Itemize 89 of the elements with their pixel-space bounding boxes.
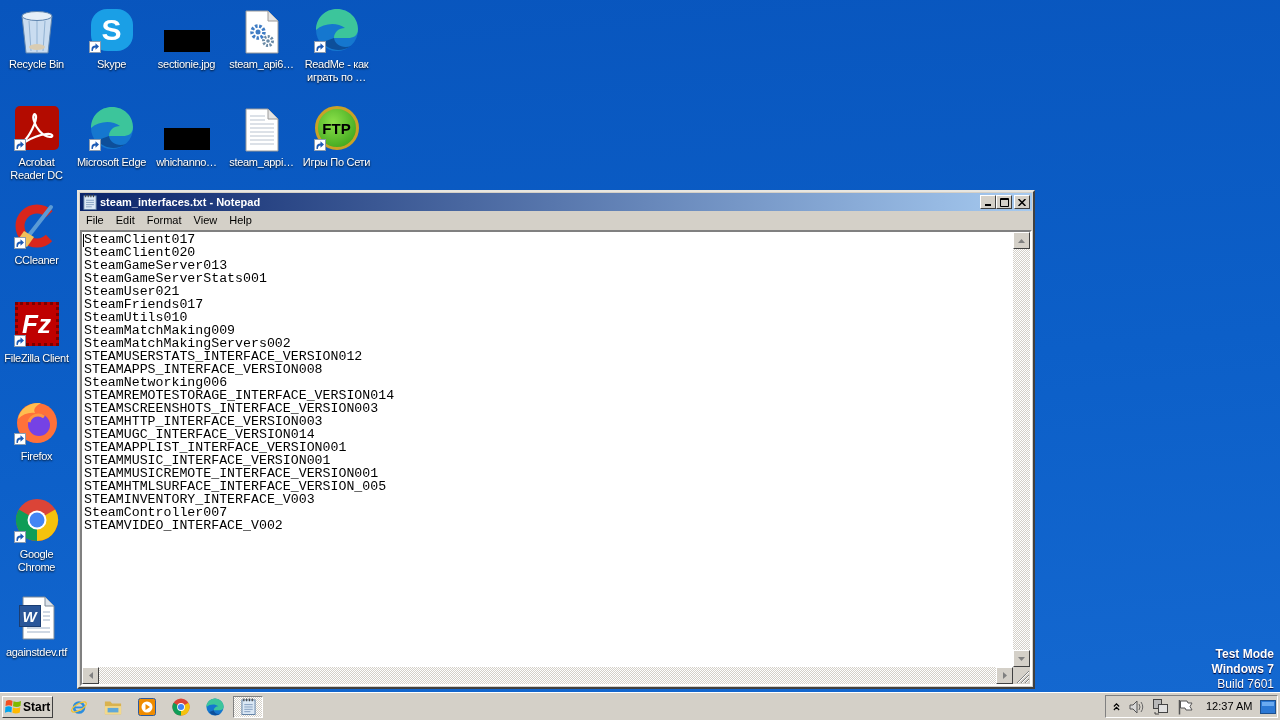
text-line: STEAMREMOTESTORAGE_INTERFACE_VERSION014: [84, 389, 395, 402]
maximize-icon: [999, 197, 1009, 207]
text-line: SteamClient017: [84, 233, 196, 246]
caret-right-icon: [1002, 672, 1007, 679]
desktop-icon-label[interactable]: Firefox: [20, 450, 53, 463]
caret-down-icon: [1018, 656, 1025, 661]
build-number-text: Build 7601: [1217, 677, 1274, 692]
notepad-icon: [240, 698, 256, 715]
desktop-icon-label[interactable]: Игры По Сети: [302, 156, 371, 169]
image-thumbnail[interactable]: [163, 128, 210, 150]
desktop-icon-label[interactable]: FileZilla Client: [4, 352, 69, 365]
text-line: SteamFriends017: [84, 298, 204, 311]
settings-file-icon[interactable]: [244, 10, 279, 54]
maximize-button[interactable]: [996, 195, 1012, 209]
desktop-icon-label[interactable]: steam_api6…: [229, 58, 294, 71]
windows-logo-icon: [5, 698, 21, 715]
desktop-icon-label[interactable]: Recycle Bin: [9, 58, 64, 71]
edge-icon[interactable]: [206, 697, 224, 716]
text-line: STEAMHTMLSURFACE_INTERFACE_VERSION_005: [84, 480, 387, 493]
minimize-icon: [985, 204, 991, 206]
text-line: STEAMAPPLIST_INTERFACE_VERSION001: [84, 441, 347, 454]
edge-icon[interactable]: [314, 8, 359, 52]
menu-item[interactable]: Help: [223, 212, 258, 229]
chrome-icon[interactable]: [14, 498, 59, 542]
ftp-logo[interactable]: FTP: [314, 106, 359, 150]
text-line: STEAMUSERSTATS_INTERFACE_VERSION012: [84, 350, 363, 363]
desktop-icon-label[interactable]: Skype: [96, 58, 127, 71]
desktop-icon-label[interactable]: Microsoft Edge: [76, 156, 147, 169]
text-line: STEAMAPPS_INTERFACE_VERSION008: [84, 363, 323, 376]
show-desktop-icon[interactable]: [1260, 699, 1276, 714]
window-title: steam_interfaces.txt - Notepad: [100, 195, 261, 209]
text-line: SteamNetworking006: [84, 376, 228, 389]
text-line: SteamUser021: [84, 285, 180, 298]
text-line: STEAMUGC_INTERFACE_VERSION014: [84, 428, 315, 441]
image-thumbnail[interactable]: [163, 30, 210, 52]
menu-item[interactable]: File: [80, 212, 110, 229]
caret-left-icon: [88, 672, 93, 679]
text-line: SteamMatchMakingServers002: [84, 337, 291, 350]
start-button[interactable]: Start: [2, 695, 53, 718]
filezilla-logo[interactable]: Fz: [14, 302, 59, 346]
scroll-left-button[interactable]: [82, 667, 99, 684]
acrobat-icon[interactable]: [14, 106, 59, 150]
firefox-icon[interactable]: [14, 400, 59, 444]
desktop-icon-label[interactable]: ReadMe - как играть по …: [300, 58, 373, 84]
network-icon[interactable]: [1153, 698, 1168, 715]
text-line: SteamUtils010: [84, 311, 188, 324]
menu-item[interactable]: Format: [140, 212, 188, 229]
menu-item[interactable]: Edit: [109, 212, 141, 229]
windows-edition-text: Windows 7: [1211, 662, 1274, 677]
text-line: STEAMMUSICREMOTE_INTERFACE_VERSION001: [84, 467, 379, 480]
text-line: STEAMHTTP_INTERFACE_VERSION003: [84, 415, 323, 428]
scroll-right-button[interactable]: [996, 667, 1013, 684]
desktop-icon-label[interactable]: CCleaner: [14, 254, 59, 267]
close-icon: [1018, 198, 1026, 206]
text-editor-area[interactable]: [82, 232, 1013, 667]
text-file-icon[interactable]: [244, 108, 279, 152]
desktop-icon-label[interactable]: againstdev.rtf: [6, 646, 67, 659]
text-line: STEAMINVENTORY_INTERFACE_V003: [84, 493, 315, 506]
text-line: SteamGameServer013: [84, 259, 228, 272]
flag-icon[interactable]: [1178, 698, 1193, 715]
text-line: SteamGameServerStats001: [84, 272, 267, 285]
text-line: STEAMVIDEO_INTERFACE_V002: [84, 519, 283, 532]
text-line: SteamClient020: [84, 246, 196, 259]
desktop-icon-label[interactable]: whichanno…: [156, 156, 217, 169]
taskbar-button[interactable]: [233, 695, 263, 718]
edge-icon[interactable]: [89, 106, 134, 150]
media-player-icon[interactable]: [138, 697, 156, 716]
desktop-icon-label[interactable]: Google Chrome: [0, 548, 73, 574]
scroll-up-button[interactable]: [1013, 232, 1030, 249]
text-cursor: [83, 234, 84, 247]
notepad-icon: [83, 194, 97, 210]
text-line: SteamMatchMaking009: [84, 324, 236, 337]
desktop-icon-label[interactable]: sectionie.jpg: [157, 58, 216, 71]
text-line: STEAMSCREENSHOTS_INTERFACE_VERSION003: [84, 402, 379, 415]
chevron-up-icon[interactable]: [1113, 702, 1120, 711]
text-line: STEAMMUSIC_INTERFACE_VERSION001: [84, 454, 331, 467]
speaker-icon[interactable]: [1129, 699, 1145, 714]
minimize-button[interactable]: [980, 195, 996, 209]
menu-item[interactable]: View: [187, 212, 224, 229]
test-mode-text: Test Mode: [1215, 647, 1274, 662]
recycle-bin-icon[interactable]: [20, 10, 53, 54]
text-line: SteamController007: [84, 506, 228, 519]
desktop-icon-label[interactable]: steam_appi…: [229, 156, 294, 169]
close-button[interactable]: [1014, 195, 1030, 209]
scroll-down-button[interactable]: [1013, 650, 1030, 667]
caret-up-icon: [1018, 238, 1025, 243]
clock-time[interactable]: 12:37 AM: [1206, 698, 1253, 715]
chrome-icon[interactable]: [172, 697, 190, 716]
desktop-icon-label[interactable]: Acrobat Reader DC: [0, 156, 73, 182]
